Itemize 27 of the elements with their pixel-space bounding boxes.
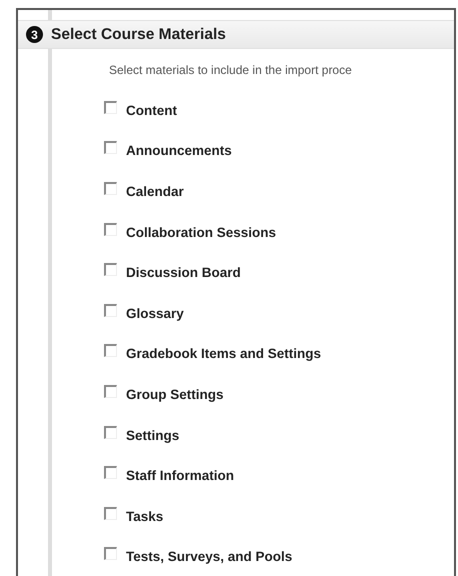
checkbox-label[interactable]: Tasks — [126, 508, 164, 524]
checkbox-label[interactable]: Announcements — [126, 143, 232, 158]
checkbox-label[interactable]: Content — [126, 102, 177, 118]
checkbox-label[interactable]: Tests, Surveys, and Pools — [126, 549, 292, 564]
checkbox-label[interactable]: Calendar — [126, 184, 184, 199]
instruction-text: Select materials to include in the import proce — [109, 63, 352, 77]
checkbox-label[interactable]: Settings — [126, 428, 180, 443]
checkbox[interactable] — [104, 182, 117, 195]
checkbox[interactable] — [104, 506, 117, 520]
step-number: 3 — [26, 26, 43, 43]
checkbox[interactable] — [104, 426, 117, 439]
checkbox-label[interactable]: Discussion Board — [126, 265, 241, 280]
checkbox[interactable] — [104, 263, 117, 276]
checkbox[interactable] — [104, 141, 117, 154]
checkbox[interactable] — [104, 547, 117, 560]
checkbox[interactable] — [104, 466, 117, 480]
checkbox-label[interactable]: Glossary — [126, 306, 184, 321]
checkbox[interactable] — [104, 344, 117, 358]
checkbox-label[interactable]: Collaboration Sessions — [126, 224, 276, 240]
checkbox[interactable] — [104, 384, 117, 398]
checkbox-label[interactable]: Staff Information — [126, 468, 234, 484]
checkbox-label[interactable]: Gradebook Items and Settings — [126, 346, 322, 362]
checkbox-label[interactable]: Group Settings — [126, 386, 224, 402]
checkbox[interactable] — [104, 222, 117, 236]
checkbox[interactable] — [104, 304, 117, 317]
section-title: Select Course Materials — [51, 26, 226, 44]
checkbox[interactable] — [104, 100, 117, 114]
